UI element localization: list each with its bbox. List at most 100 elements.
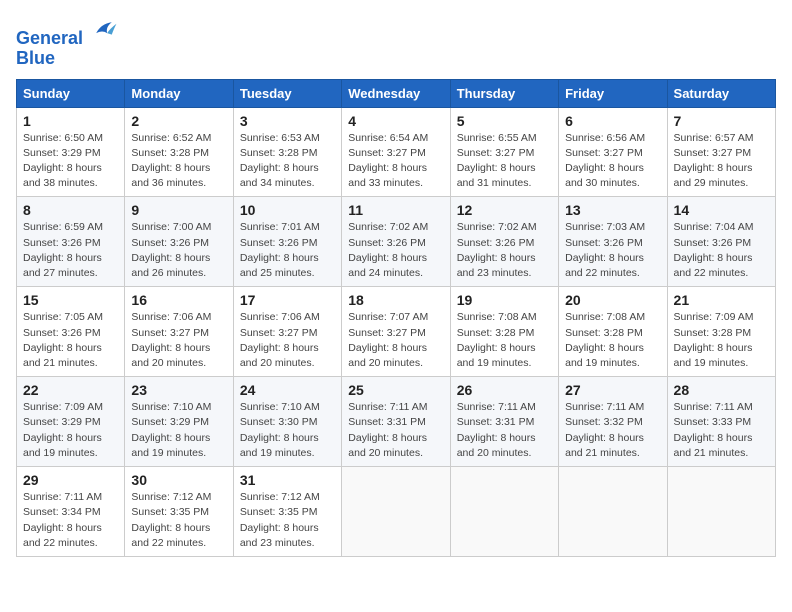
col-header-sunday: Sunday (17, 79, 125, 107)
logo-general: General (16, 28, 83, 48)
day-number: 5 (457, 113, 552, 129)
calendar-cell: 10Sunrise: 7:01 AMSunset: 3:26 PMDayligh… (233, 197, 341, 287)
day-number: 16 (131, 292, 226, 308)
daylight-label: Daylight: 8 hours and 30 minutes. (565, 162, 644, 189)
sunset-label: Sunset: 3:27 PM (457, 147, 535, 159)
day-number: 15 (23, 292, 118, 308)
daylight-label: Daylight: 8 hours and 19 minutes. (240, 432, 319, 459)
sunset-label: Sunset: 3:26 PM (674, 237, 752, 249)
sunset-label: Sunset: 3:26 PM (23, 327, 101, 339)
daylight-label: Daylight: 8 hours and 27 minutes. (23, 252, 102, 279)
sunrise-label: Sunrise: 6:52 AM (131, 132, 211, 144)
logo-text: General Blue (16, 16, 118, 69)
day-number: 20 (565, 292, 660, 308)
day-detail: Sunrise: 7:05 AMSunset: 3:26 PMDaylight:… (23, 310, 118, 371)
sunset-label: Sunset: 3:27 PM (565, 147, 643, 159)
sunrise-label: Sunrise: 6:50 AM (23, 132, 103, 144)
sunrise-label: Sunrise: 6:59 AM (23, 221, 103, 233)
day-number: 7 (674, 113, 769, 129)
logo: General Blue (16, 16, 118, 69)
day-number: 26 (457, 382, 552, 398)
sunset-label: Sunset: 3:29 PM (23, 147, 101, 159)
day-detail: Sunrise: 7:11 AMSunset: 3:34 PMDaylight:… (23, 490, 118, 551)
day-detail: Sunrise: 7:02 AMSunset: 3:26 PMDaylight:… (348, 220, 443, 281)
daylight-label: Daylight: 8 hours and 22 minutes. (674, 252, 753, 279)
sunset-label: Sunset: 3:26 PM (240, 237, 318, 249)
daylight-label: Daylight: 8 hours and 23 minutes. (240, 522, 319, 549)
day-detail: Sunrise: 6:56 AM Sunset: 3:27 PM Daylight:… (565, 131, 660, 192)
day-detail: Sunrise: 7:11 AMSunset: 3:31 PMDaylight:… (348, 400, 443, 461)
sunset-label: Sunset: 3:26 PM (23, 237, 101, 249)
sunrise-label: Sunrise: 7:12 AM (240, 491, 320, 503)
daylight-label: Daylight: 8 hours and 22 minutes. (131, 522, 210, 549)
day-number: 25 (348, 382, 443, 398)
calendar-cell: 23Sunrise: 7:10 AMSunset: 3:29 PMDayligh… (125, 377, 233, 467)
day-number: 24 (240, 382, 335, 398)
day-number: 29 (23, 472, 118, 488)
day-detail: Sunrise: 7:10 AMSunset: 3:29 PMDaylight:… (131, 400, 226, 461)
calendar-cell (450, 467, 558, 557)
sunrise-label: Sunrise: 7:11 AM (348, 401, 427, 413)
calendar-week-row: 8 Sunrise: 6:59 AM Sunset: 3:26 PM Daylight… (17, 197, 776, 287)
day-detail: Sunrise: 7:04 AMSunset: 3:26 PMDaylight:… (674, 220, 769, 281)
sunrise-label: Sunrise: 7:07 AM (348, 311, 428, 323)
calendar-cell: 11Sunrise: 7:02 AMSunset: 3:26 PMDayligh… (342, 197, 450, 287)
sunset-label: Sunset: 3:31 PM (457, 416, 535, 428)
sunset-label: Sunset: 3:35 PM (240, 506, 318, 518)
day-number: 8 (23, 202, 118, 218)
col-header-wednesday: Wednesday (342, 79, 450, 107)
calendar-cell (667, 467, 775, 557)
calendar-cell (559, 467, 667, 557)
sunset-label: Sunset: 3:34 PM (23, 506, 101, 518)
calendar-cell: 25 Sunrise: 7:11 AMSunset: 3:31 PMDayligh… (342, 377, 450, 467)
calendar-cell: 6Sunrise: 6:56 AMSunset: 3:27 PMDaylight… (559, 107, 667, 197)
daylight-label: Daylight: 8 hours and 19 minutes. (457, 342, 536, 369)
sunset-label: Sunset: 3:27 PM (131, 327, 209, 339)
sunset-label: Sunset: 3:27 PM (240, 327, 318, 339)
calendar-cell (342, 467, 450, 557)
calendar-cell: 27Sunrise: 7:11 AMSunset: 3:32 PMDayligh… (559, 377, 667, 467)
day-number: 19 (457, 292, 552, 308)
day-detail: Sunrise: 6:54 AMSunset: 3:27 PMDaylight:… (348, 131, 443, 192)
sunset-label: Sunset: 3:26 PM (348, 237, 426, 249)
calendar-cell: 15 Sunrise: 7:05 AMSunset: 3:26 PMDayligh… (17, 287, 125, 377)
day-detail: Sunrise: 7:09 AMSunset: 3:29 PMDaylight:… (23, 400, 118, 461)
sunrise-label: Sunrise: 7:12 AM (131, 491, 211, 503)
sunset-label: Sunset: 3:27 PM (674, 147, 752, 159)
calendar-header-row: SundayMondayTuesdayWednesdayThursdayFrid… (17, 79, 776, 107)
sunrise-label: Sunrise: 7:08 AM (457, 311, 537, 323)
calendar-week-row: 29 Sunrise: 7:11 AMSunset: 3:34 PMDayligh… (17, 467, 776, 557)
day-number: 22 (23, 382, 118, 398)
day-number: 21 (674, 292, 769, 308)
calendar-cell: 13Sunrise: 7:03 AMSunset: 3:26 PMDayligh… (559, 197, 667, 287)
calendar-cell: 8 Sunrise: 6:59 AM Sunset: 3:26 PM Daylight… (17, 197, 125, 287)
sunrise-label: Sunrise: 7:10 AM (240, 401, 320, 413)
day-detail: Sunrise: 7:02 AMSunset: 3:26 PMDaylight:… (457, 220, 552, 281)
daylight-label: Daylight: 8 hours and 21 minutes. (565, 432, 644, 459)
daylight-label: Daylight: 8 hours and 36 minutes. (131, 162, 210, 189)
day-number: 10 (240, 202, 335, 218)
daylight-label: Daylight: 8 hours and 22 minutes. (23, 522, 102, 549)
day-detail: Sunrise: 7:08 AMSunset: 3:28 PMDaylight:… (457, 310, 552, 371)
calendar-week-row: 15 Sunrise: 7:05 AMSunset: 3:26 PMDayligh… (17, 287, 776, 377)
sunrise-label: Sunrise: 7:08 AM (565, 311, 645, 323)
sunrise-label: Sunrise: 6:56 AM (565, 132, 645, 144)
calendar-cell: 30Sunrise: 7:12 AMSunset: 3:35 PMDayligh… (125, 467, 233, 557)
calendar-cell: 14Sunrise: 7:04 AMSunset: 3:26 PMDayligh… (667, 197, 775, 287)
day-detail: Sunrise: 6:59 AM Sunset: 3:26 PM Daylight:… (23, 220, 118, 281)
day-number: 3 (240, 113, 335, 129)
daylight-label: Daylight: 8 hours and 19 minutes. (565, 342, 644, 369)
day-detail: Sunrise: 6:57 AMSunset: 3:27 PMDaylight:… (674, 131, 769, 192)
calendar-cell: 4Sunrise: 6:54 AMSunset: 3:27 PMDaylight… (342, 107, 450, 197)
day-number: 13 (565, 202, 660, 218)
calendar-cell: 31Sunrise: 7:12 AMSunset: 3:35 PMDayligh… (233, 467, 341, 557)
day-detail: Sunrise: 7:07 AMSunset: 3:27 PMDaylight:… (348, 310, 443, 371)
calendar-cell: 20 Sunrise: 7:08 AMSunset: 3:28 PMDayligh… (559, 287, 667, 377)
sunset-label: Sunset: 3:27 PM (348, 147, 426, 159)
day-detail: Sunrise: 7:08 AMSunset: 3:28 PMDaylight:… (565, 310, 660, 371)
day-detail: Sunrise: 6:52 AMSunset: 3:28 PMDaylight:… (131, 131, 226, 192)
day-detail: Sunrise: 6:55 AMSunset: 3:27 PMDaylight:… (457, 131, 552, 192)
calendar-cell: 7 Sunrise: 6:57 AMSunset: 3:27 PMDaylight… (667, 107, 775, 197)
daylight-label: Daylight: 8 hours and 20 minutes. (348, 342, 427, 369)
calendar-cell: 22 Sunrise: 7:09 AMSunset: 3:29 PMDayligh… (17, 377, 125, 467)
